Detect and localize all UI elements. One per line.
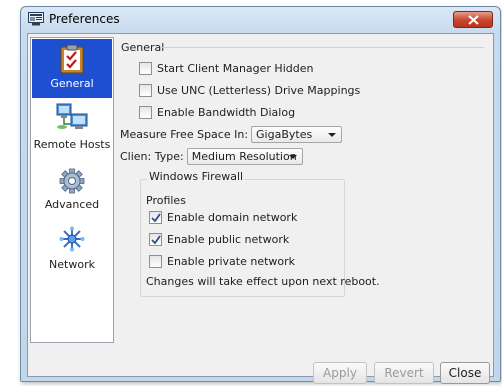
free-space-unit-select[interactable]: GigaBytes: [251, 126, 343, 143]
reboot-note: Changes will take effect upon next reboo…: [146, 275, 380, 288]
checkbox-box[interactable]: [139, 83, 152, 97]
revert-button[interactable]: Revert: [374, 362, 434, 384]
sidebar-item-label: General: [50, 77, 94, 90]
checkbox-box[interactable]: [149, 254, 162, 268]
window-app-icon: [28, 12, 44, 26]
client-type-select[interactable]: Medium Resolution: [186, 148, 303, 165]
checkbox-box[interactable]: [149, 210, 162, 224]
checkmark-icon: [151, 212, 161, 222]
chevron-down-icon: [288, 155, 297, 159]
window-title: Preferences: [49, 12, 120, 26]
select-value: GigaBytes: [256, 128, 313, 141]
checkbox-label: Enable Bandwidth Dialog: [157, 105, 296, 119]
network-star-icon: [59, 226, 85, 252]
checkbox-label: Start Client Manager Hidden: [157, 61, 314, 75]
close-button[interactable]: Close: [440, 362, 490, 384]
bandwidth-dialog-checkbox[interactable]: Enable Bandwidth Dialog: [139, 104, 295, 120]
general-settings-panel: General Start Client Manager Hidden Use …: [118, 37, 490, 343]
checkbox-label: Enable domain network: [167, 210, 298, 224]
free-space-row: Measure Free Space In: GigaBytes: [120, 126, 343, 143]
preferences-window: Preferences General Remote Hosts Advance…: [20, 6, 501, 384]
checkbox-label: Use UNC (Letterless) Drive Mappings: [157, 83, 361, 97]
firewall-section-title: Windows Firewall: [147, 170, 246, 183]
dialog-client-area: General Remote Hosts Advanced Network Ge…: [27, 33, 494, 384]
close-icon: [468, 15, 479, 25]
checkbox-label: Enable private network: [167, 254, 296, 268]
clipboard-check-icon: [60, 44, 84, 74]
client-type-row: Clien: Type: Medium Resolution: [120, 148, 303, 165]
window-close-button[interactable]: [453, 11, 493, 28]
checkmark-icon: [151, 234, 161, 244]
title-bar[interactable]: Preferences: [21, 7, 500, 33]
section-divider: [160, 47, 484, 48]
private-network-checkbox[interactable]: Enable private network: [149, 253, 295, 269]
apply-button[interactable]: Apply: [313, 362, 367, 384]
computers-icon: [56, 103, 88, 129]
checkbox-box[interactable]: [139, 105, 152, 119]
select-value: Medium Resolution: [191, 150, 297, 163]
category-sidebar: General Remote Hosts Advanced Network: [30, 37, 114, 343]
sidebar-item-label: Remote Hosts: [33, 138, 111, 151]
client-type-label: Clien: Type:: [120, 150, 184, 163]
general-section-title: General: [121, 41, 165, 54]
chevron-down-icon: [328, 133, 337, 137]
checkbox-box[interactable]: [139, 61, 152, 75]
free-space-label: Measure Free Space In:: [120, 128, 249, 141]
unc-drive-mappings-checkbox[interactable]: Use UNC (Letterless) Drive Mappings: [139, 82, 360, 98]
sidebar-item-general[interactable]: General: [32, 39, 112, 98]
sidebar-item-network[interactable]: Network: [32, 220, 112, 278]
start-hidden-checkbox[interactable]: Start Client Manager Hidden: [139, 60, 313, 76]
public-network-checkbox[interactable]: Enable public network: [149, 231, 289, 247]
sidebar-item-advanced[interactable]: Advanced: [32, 160, 112, 218]
profiles-label: Profiles: [146, 194, 186, 207]
checkbox-box[interactable]: [149, 232, 162, 246]
gear-icon: [59, 168, 85, 194]
sidebar-item-remote-hosts[interactable]: Remote Hosts: [32, 100, 112, 158]
domain-network-checkbox[interactable]: Enable domain network: [149, 209, 297, 225]
sidebar-item-label: Network: [49, 258, 95, 271]
sidebar-item-label: Advanced: [44, 198, 100, 211]
checkbox-label: Enable public network: [167, 232, 290, 246]
